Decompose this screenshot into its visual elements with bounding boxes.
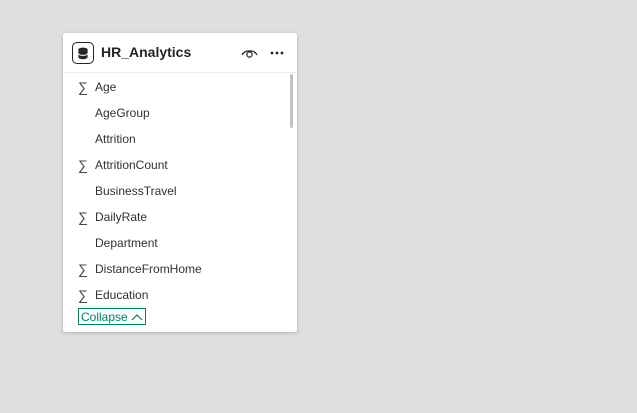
field-label: DistanceFromHome (95, 262, 202, 276)
field-label: AgeGroup (95, 106, 150, 120)
table-title: HR_Analytics (101, 44, 192, 60)
field-label: Department (95, 236, 158, 250)
field-item-dailyrate[interactable]: ∑ DailyRate (63, 204, 289, 230)
field-list: ∑ Age AgeGroup Attrition ∑ AttritionCoun… (63, 74, 289, 304)
scrollbar-thumb[interactable] (290, 74, 293, 128)
sigma-icon: ∑ (78, 157, 88, 173)
table-card-header: HR_Analytics (63, 33, 297, 73)
field-list-scrollbar[interactable] (289, 74, 297, 304)
field-item-attritioncount[interactable]: ∑ AttritionCount (63, 152, 289, 178)
field-item-agegroup[interactable]: AgeGroup (63, 100, 289, 126)
field-item-department[interactable]: Department (63, 230, 289, 256)
more-icon[interactable] (266, 44, 288, 62)
sigma-icon: ∑ (78, 287, 88, 303)
sigma-icon: ∑ (78, 209, 88, 225)
sigma-icon: ∑ (78, 79, 88, 95)
field-label: Education (95, 288, 149, 302)
field-item-attrition[interactable]: Attrition (63, 126, 289, 152)
field-item-distancefromhome[interactable]: ∑ DistanceFromHome (63, 256, 289, 282)
table-card: HR_Analytics ∑ Age AgeGroup Attrition ∑ … (63, 33, 297, 332)
database-icon (72, 42, 94, 64)
field-item-businesstravel[interactable]: BusinessTravel (63, 178, 289, 204)
sigma-icon: ∑ (78, 261, 88, 277)
field-label: BusinessTravel (95, 184, 177, 198)
collapse-label: Collapse (81, 309, 128, 324)
collapse-button[interactable]: Collapse (78, 308, 146, 325)
chevron-up-icon (131, 313, 143, 321)
field-label: Attrition (95, 132, 136, 146)
field-label: AttritionCount (95, 158, 168, 172)
eye-icon[interactable] (239, 44, 259, 62)
field-item-education[interactable]: ∑ Education (63, 282, 289, 304)
field-label: DailyRate (95, 210, 148, 224)
field-item-age[interactable]: ∑ Age (63, 74, 289, 100)
field-label: Age (95, 80, 117, 94)
